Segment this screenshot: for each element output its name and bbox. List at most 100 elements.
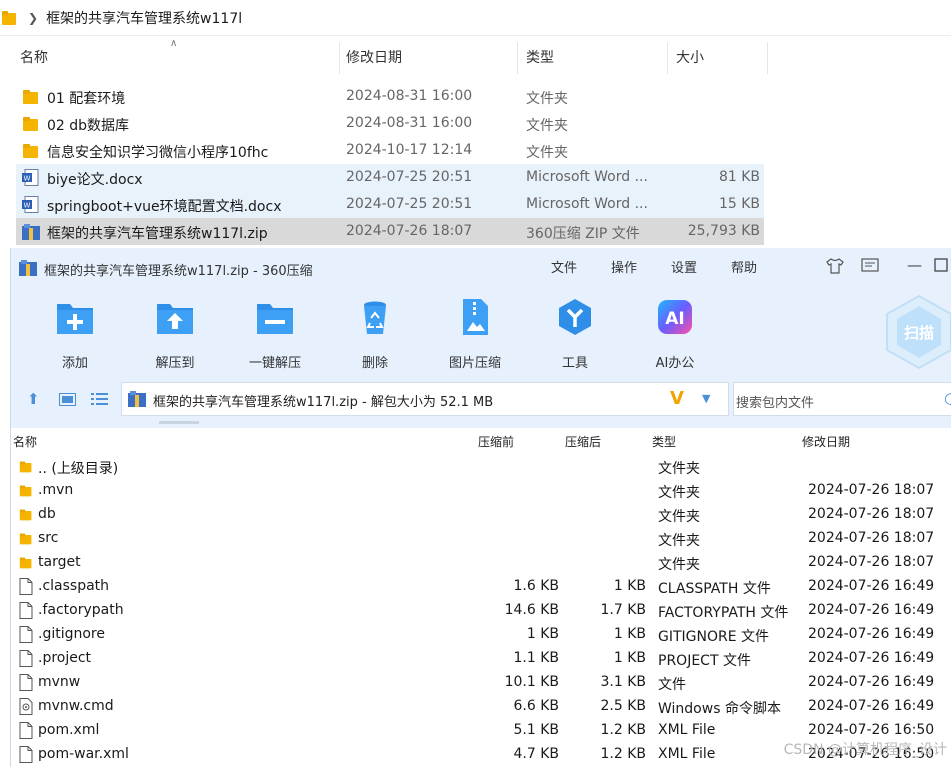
size-after: 1 KB: [613, 578, 646, 594]
scrollbar-thumb[interactable]: [159, 421, 199, 424]
tools-button[interactable]: 工具: [535, 296, 615, 371]
entry-date: 2024-07-26 18:07: [808, 482, 935, 498]
watermark: CSDN @计算机程序_设计: [783, 742, 947, 758]
image-compress-button[interactable]: 图片压缩: [435, 296, 515, 371]
breadcrumb[interactable]: 框架的共享汽车管理系统w117l: [46, 8, 242, 28]
table-row[interactable]: target 文件夹 2024-07-26 18:07: [11, 551, 951, 575]
zcol-name[interactable]: 名称: [13, 433, 37, 450]
file-date: 2024-07-25 20:51: [346, 196, 473, 212]
search-icon[interactable]: ○: [944, 389, 951, 407]
list-item[interactable]: 框架的共享汽车管理系统w117l.zip 2024-07-26 18:07 360压…: [0, 218, 951, 245]
file-name: 信息安全知识学习微信小程序10fhc: [47, 145, 269, 161]
folder-icon: [22, 88, 40, 105]
list-item[interactable]: 02 db数据库 2024-08-31 16:00 文件夹: [0, 110, 951, 137]
list-item[interactable]: 01 配套环境 2024-08-31 16:00 文件夹: [0, 83, 951, 110]
maximize-icon[interactable]: [934, 258, 948, 272]
svg-text:W: W: [24, 202, 31, 210]
extract-to-button[interactable]: 解压到: [135, 296, 215, 371]
feedback-icon[interactable]: [861, 258, 879, 274]
file-date: 2024-07-26 18:07: [346, 223, 473, 239]
table-row[interactable]: src 文件夹 2024-07-26 18:07: [11, 527, 951, 551]
column-name[interactable]: 名称: [12, 42, 340, 74]
entry-type: PROJECT 文件: [658, 653, 751, 669]
zcol-after[interactable]: 压缩后: [565, 433, 601, 450]
v-logo-icon[interactable]: V: [670, 388, 684, 409]
one-click-extract-button[interactable]: 一键解压: [235, 296, 315, 371]
table-row[interactable]: .project 1.1 KB 1 KB PROJECT 文件 2024-07-26 1…: [11, 647, 951, 671]
zcol-before[interactable]: 压缩前: [478, 433, 514, 450]
word-doc-icon: W: [22, 196, 40, 213]
scan-button[interactable]: 扫描: [883, 292, 951, 372]
thumbnail-view-icon[interactable]: [59, 393, 76, 406]
table-row[interactable]: .factorypath 14.6 KB 1.7 KB FACTORYPATH 文件 2…: [11, 599, 951, 623]
tools-icon: [559, 299, 591, 335]
add-icon: [57, 304, 93, 334]
entry-name: mvnw.cmd: [38, 698, 114, 714]
tools-label: 工具: [561, 356, 588, 371]
table-row[interactable]: db 文件夹 2024-07-26 18:07: [11, 503, 951, 527]
zip-title-bar[interactable]: 框架的共享汽车管理系统w117l.zip - 360压缩 文件 操作 设置 帮助…: [11, 248, 951, 286]
dropdown-arrow-icon[interactable]: ▼: [702, 392, 710, 405]
file-icon: [19, 674, 33, 691]
extract-to-label: 解压到: [155, 356, 195, 371]
table-row[interactable]: .gitignore 1 KB 1 KB GITIGNORE 文件 2024-07-26…: [11, 623, 951, 647]
table-row[interactable]: mvnw.cmd 6.6 KB 2.5 KB Windows 命令脚本 2024-07-…: [11, 695, 951, 719]
size-after: 1.7 KB: [600, 602, 647, 618]
zcol-date[interactable]: 修改日期: [802, 433, 850, 450]
table-row[interactable]: .. (上级目录) 文件夹: [11, 455, 951, 479]
list-item[interactable]: 信息安全知识学习微信小程序10fhc 2024-10-17 12:14 文件夹: [0, 137, 951, 164]
menu-file[interactable]: 文件: [551, 257, 577, 276]
entry-name: src: [38, 530, 59, 546]
file-type: 文件夹: [526, 145, 568, 161]
list-item[interactable]: Wspringboot+vue环境配置文档.docx 2024-07-25 20:…: [0, 191, 951, 218]
column-modified-date[interactable]: 修改日期: [338, 42, 518, 74]
minimize-icon[interactable]: —: [907, 256, 922, 274]
size-after: 1 KB: [613, 626, 646, 642]
table-row[interactable]: .mvn 文件夹 2024-07-26 18:07: [11, 479, 951, 503]
list-item[interactable]: Wbiye论文.docx 2024-07-25 20:51 Microsoft Wo…: [0, 164, 951, 191]
ai-office-button[interactable]: AI AI办公: [635, 296, 715, 371]
zip-archive-icon: [22, 223, 40, 240]
file-date: 2024-08-31 16:00: [346, 115, 473, 131]
entry-date: 2024-07-26 16:49: [808, 578, 935, 594]
add-button[interactable]: 添加: [35, 296, 115, 371]
file-name: 框架的共享汽车管理系统w117l.zip: [47, 226, 268, 242]
folder-icon: [22, 115, 40, 132]
size-before: 6.6 KB: [513, 698, 560, 714]
folder-icon: [19, 482, 33, 499]
entry-type: 文件夹: [658, 557, 700, 573]
search-box[interactable]: 搜索包内文件 ○: [733, 382, 951, 416]
list-view-icon[interactable]: [91, 393, 108, 406]
menu-help[interactable]: 帮助: [731, 257, 757, 276]
table-row[interactable]: mvnw 10.1 KB 3.1 KB 文件 2024-07-26 16:49: [11, 671, 951, 695]
zip-path-box[interactable]: 框架的共享汽车管理系统w117l.zip - 解包大小为 52.1 MB V ▼: [121, 382, 729, 416]
file-size: 25,793 KB: [687, 223, 760, 239]
entry-date: 2024-07-26 16:49: [808, 626, 935, 642]
file-icon: [19, 626, 33, 643]
ai-office-label: AI办公: [655, 356, 695, 371]
explorer-address-bar[interactable]: ❯ 框架的共享汽车管理系统w117l: [0, 0, 951, 36]
column-type[interactable]: 类型: [518, 42, 668, 74]
zcol-type[interactable]: 类型: [652, 433, 676, 450]
folder-icon: [2, 10, 16, 25]
table-row[interactable]: .classpath 1.6 KB 1 KB CLASSPATH 文件 2024-07-…: [11, 575, 951, 599]
size-before: 1 KB: [526, 626, 559, 642]
column-size[interactable]: 大小: [668, 42, 768, 74]
cmd-script-icon: [19, 698, 33, 715]
entry-date: 2024-07-26 18:07: [808, 554, 935, 570]
zip-file-list: .. (上级目录) 文件夹 .mvn 文件夹 2024-07-26 18:07 db 文件夹…: [11, 455, 951, 767]
menu-operate[interactable]: 操作: [611, 257, 637, 276]
file-icon: [19, 722, 33, 739]
file-icon: [19, 578, 33, 595]
svg-text:W: W: [24, 175, 31, 183]
menu-settings[interactable]: 设置: [671, 257, 697, 276]
delete-button[interactable]: 删除: [335, 296, 415, 371]
recycle-bin-icon: [364, 301, 386, 334]
skin-icon[interactable]: [826, 258, 844, 274]
chevron-right-icon[interactable]: ❯: [28, 11, 38, 25]
entry-type: FACTORYPATH 文件: [658, 605, 789, 621]
file-icon: [19, 650, 33, 667]
entry-date: 2024-07-26 16:49: [808, 650, 935, 666]
entry-date: 2024-07-26 16:49: [808, 602, 935, 618]
up-arrow-icon[interactable]: ⬆: [27, 390, 40, 408]
